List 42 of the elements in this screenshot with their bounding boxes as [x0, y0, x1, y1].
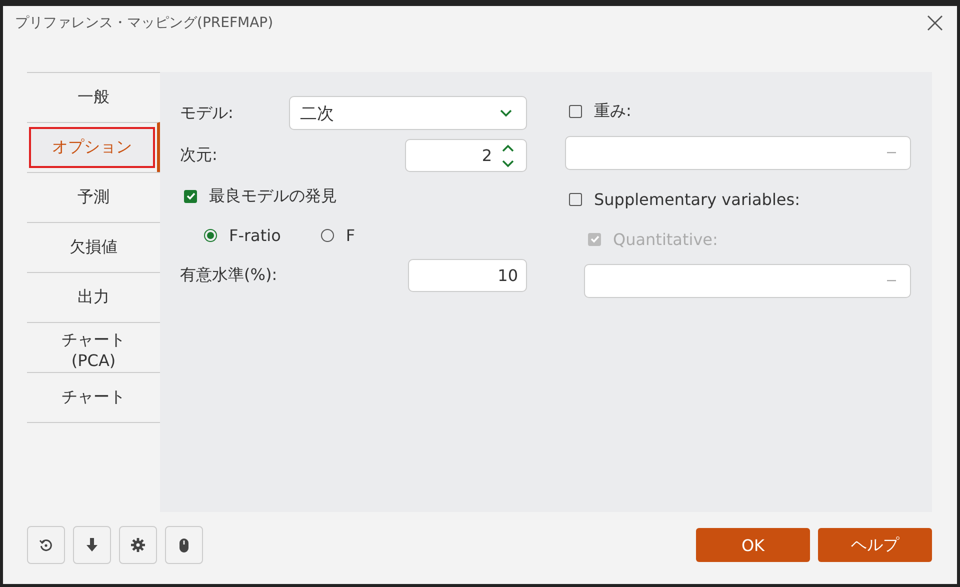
mouse-button[interactable] [165, 526, 203, 564]
minus-icon [887, 280, 896, 282]
checkbox-label: 重み: [594, 100, 632, 122]
down-arrow-icon [86, 538, 98, 552]
sidebar-tab[interactable]: チャート (PCA) [29, 327, 158, 368]
radio-label: F [346, 226, 356, 244]
sidebar-tab[interactable]: オプション [29, 127, 155, 168]
sidebar-tab[interactable]: 出力 [29, 277, 158, 318]
model-dropdown[interactable]: 二次 [289, 96, 527, 130]
mouse-icon [179, 538, 189, 552]
checkbox[interactable] [569, 192, 582, 206]
reset-icon [39, 538, 53, 552]
dialog-button[interactable]: OK [696, 528, 810, 562]
sidebar-tab[interactable]: 欠損値 [29, 227, 158, 268]
reset-button[interactable] [27, 526, 65, 564]
settings-button[interactable] [119, 526, 157, 564]
radio-button[interactable] [320, 228, 334, 242]
checkbox-label: 最良モデルの発見 [209, 186, 337, 206]
checkbox[interactable] [569, 104, 582, 118]
checkbox[interactable] [184, 190, 197, 202]
checkbox-label: Quantitative: [613, 230, 718, 248]
dialog-button[interactable]: ヘルプ [818, 528, 932, 562]
quantitative-range-field[interactable] [584, 264, 911, 298]
close-icon[interactable] [927, 15, 943, 31]
significance-field[interactable]: 10 [408, 259, 527, 292]
checkbox-label: Supplementary variables: [594, 190, 800, 208]
field-label: 有意水準(%): [180, 265, 278, 286]
settings-icon [131, 538, 145, 552]
chevron-down-icon [500, 109, 512, 117]
sidebar-tab[interactable]: チャート [29, 377, 158, 418]
field-label: モデル: [180, 102, 234, 124]
minus-icon [887, 152, 896, 154]
weights-range-field[interactable] [565, 136, 911, 170]
dimensions-spinbox[interactable]: 2 [405, 139, 527, 172]
sidebar-tab[interactable]: 一般 [29, 77, 158, 118]
sidebar-tab[interactable]: 予測 [29, 177, 158, 218]
field-label: 次元: [180, 145, 218, 166]
radio-label: F-ratio [229, 226, 281, 244]
download-button[interactable] [73, 526, 111, 564]
spin-arrows-icon [502, 144, 514, 168]
window-title: プリファレンス・マッピング(PREFMAP) [15, 14, 274, 32]
radio-button[interactable] [204, 228, 217, 242]
